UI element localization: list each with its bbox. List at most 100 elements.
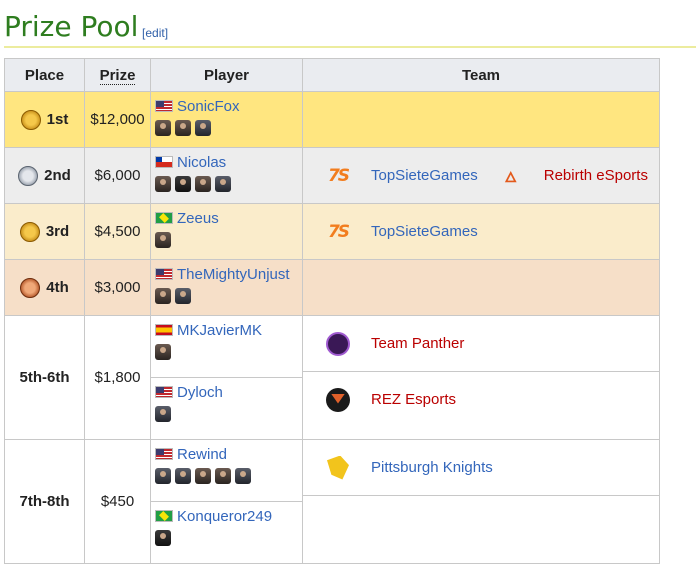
character-icon[interactable] <box>155 344 171 360</box>
character-icon[interactable] <box>175 468 191 484</box>
table-row: 1st $12,000 SonicFox <box>4 91 660 148</box>
character-icon[interactable] <box>155 468 171 484</box>
team-link[interactable]: REZ Esports <box>371 391 456 408</box>
character-icon[interactable] <box>175 176 191 192</box>
column-header-team: Team <box>302 58 660 92</box>
character-icons <box>155 288 302 306</box>
place-cell: 3rd <box>4 203 85 260</box>
us-flag-icon <box>155 268 173 280</box>
place-label: 1st <box>46 110 69 128</box>
place-label: 4th <box>46 278 69 296</box>
place-cell: 5th-6th <box>4 315 85 440</box>
column-header-player: Player <box>150 58 303 92</box>
place-cell: 7th-8th <box>4 439 85 564</box>
character-icon[interactable] <box>155 288 171 304</box>
team-link[interactable]: TopSieteGames <box>371 223 478 240</box>
silver-medal-icon <box>18 165 39 186</box>
column-header-prize[interactable]: Prize <box>84 58 151 92</box>
place-label: 2nd <box>44 166 71 184</box>
team-link[interactable]: Rebirth eSports <box>544 167 648 184</box>
rez-esports-logo-icon[interactable] <box>326 387 350 412</box>
table-row: 2nd $6,000 Nicolas 7S TopSieteGames 🜂 Re… <box>4 147 660 204</box>
character-icon[interactable] <box>155 120 171 136</box>
player-link[interactable]: Zeeus <box>177 210 219 227</box>
team-cell: 7S TopSieteGames <box>302 203 660 260</box>
place-cell: 2nd <box>4 147 85 204</box>
prize-cell: $4,500 <box>84 203 151 260</box>
edit-section: [edit] <box>142 26 169 40</box>
character-icons <box>155 530 302 548</box>
character-icons <box>155 406 302 424</box>
character-icon[interactable] <box>235 468 251 484</box>
place-label: 3rd <box>45 222 70 240</box>
page-title: Prize Pool <box>4 10 139 43</box>
team-link[interactable]: TopSieteGames <box>371 167 478 184</box>
prize-cell: $3,000 <box>84 259 151 316</box>
team-cell: Pittsburgh Knights <box>302 439 660 564</box>
spain-flag-icon <box>155 324 173 336</box>
character-icon[interactable] <box>155 232 171 248</box>
rebirth-logo-icon[interactable]: 🜂 <box>496 163 526 189</box>
player-cell: SonicFox <box>150 91 303 148</box>
player-link[interactable]: Konqueror249 <box>177 508 272 525</box>
player-cell: MKJavierMK Dyloch <box>150 315 303 440</box>
fourth-place-medal-icon <box>20 277 41 298</box>
character-icon[interactable] <box>155 530 171 546</box>
brazil-flag-icon <box>155 212 173 224</box>
character-icon[interactable] <box>155 406 171 422</box>
team-cell <box>302 91 660 148</box>
character-icons <box>155 176 302 194</box>
character-icon[interactable] <box>195 120 211 136</box>
player-link[interactable]: Dyloch <box>177 384 223 401</box>
player-link[interactable]: Rewind <box>177 446 227 463</box>
topsietegames-logo-icon[interactable]: 7S <box>323 163 353 189</box>
prize-pool-table: Place Prize Player Team 1st $12,000 Soni… <box>4 58 660 564</box>
section-header: Prize Pool [edit] <box>4 6 696 48</box>
team-link[interactable]: Team Panther <box>371 335 464 352</box>
character-icon[interactable] <box>195 468 211 484</box>
character-icon[interactable] <box>195 176 211 192</box>
character-icon[interactable] <box>215 468 231 484</box>
bronze-medal-icon <box>19 221 40 242</box>
us-flag-icon <box>155 448 173 460</box>
table-row: 5th-6th $1,800 MKJavierMK Dyloch Team Pa… <box>4 315 660 440</box>
player-cell: Rewind Konqueror249 <box>150 439 303 564</box>
player-link[interactable]: SonicFox <box>177 98 240 115</box>
us-flag-icon <box>155 386 173 398</box>
table-row: 7th-8th $450 Rewind Konqueror249 Pittsbu… <box>4 439 660 564</box>
table-header-row: Place Prize Player Team <box>4 58 660 92</box>
team-panther-logo-icon[interactable] <box>326 331 350 356</box>
us-flag-icon <box>155 100 173 112</box>
table-row: 4th $3,000 TheMightyUnjust <box>4 259 660 316</box>
character-icon[interactable] <box>215 176 231 192</box>
player-link[interactable]: TheMightyUnjust <box>177 266 290 283</box>
place-cell: 4th <box>4 259 85 316</box>
character-icons <box>155 232 302 250</box>
player-cell: TheMightyUnjust <box>150 259 303 316</box>
place-cell: 1st <box>4 91 85 148</box>
character-icons <box>155 468 302 486</box>
character-icon[interactable] <box>155 176 171 192</box>
team-cell: 7S TopSieteGames 🜂 Rebirth eSports <box>302 147 660 204</box>
edit-link[interactable]: edit <box>145 26 164 40</box>
prize-cell: $12,000 <box>84 91 151 148</box>
player-cell: Nicolas <box>150 147 303 204</box>
player-link[interactable]: MKJavierMK <box>177 322 262 339</box>
column-header-place: Place <box>4 58 85 92</box>
team-cell <box>302 259 660 316</box>
character-icons <box>155 344 302 362</box>
team-link[interactable]: Pittsburgh Knights <box>371 459 493 476</box>
player-cell: Zeeus <box>150 203 303 260</box>
character-icon[interactable] <box>175 120 191 136</box>
character-icon[interactable] <box>175 288 191 304</box>
team-cell: Team Panther REZ Esports <box>302 315 660 440</box>
gold-medal-icon <box>20 109 41 130</box>
table-row: 3rd $4,500 Zeeus 7S TopSieteGames <box>4 203 660 260</box>
chile-flag-icon <box>155 156 173 168</box>
pittsburgh-knights-logo-icon[interactable] <box>327 455 349 480</box>
brazil-flag-icon <box>155 510 173 522</box>
character-icons <box>155 120 302 138</box>
topsietegames-logo-icon[interactable]: 7S <box>323 219 353 245</box>
player-link[interactable]: Nicolas <box>177 154 226 171</box>
prize-cell: $6,000 <box>84 147 151 204</box>
